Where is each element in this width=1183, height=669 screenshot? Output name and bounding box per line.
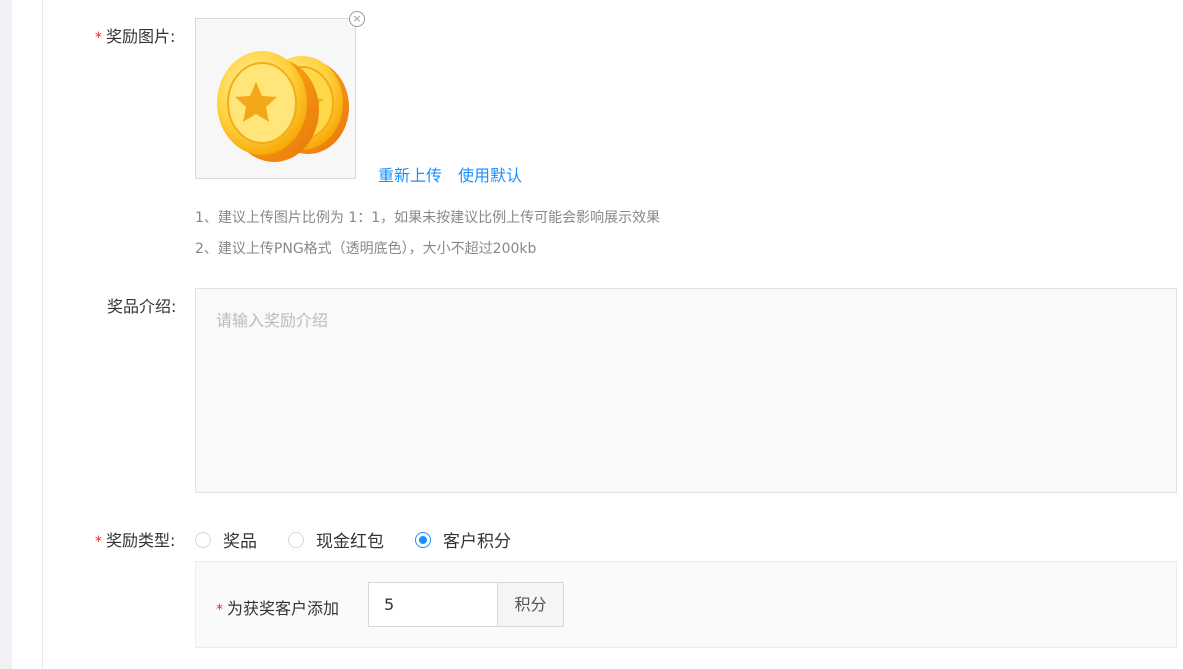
points-settings-panel	[195, 561, 1177, 648]
image-upload-box[interactable]	[195, 18, 356, 179]
radio-circle-checked[interactable]	[415, 531, 431, 548]
divider	[42, 0, 43, 669]
reward-type-label: * 奖励类型:	[95, 531, 176, 550]
use-default-link[interactable]: 使用默认	[458, 162, 522, 186]
points-unit-addon: 积分	[497, 582, 564, 627]
radio-prize[interactable]: 奖品	[195, 527, 257, 552]
remove-image-button[interactable]: ×	[349, 11, 365, 27]
upload-hint-2: 2、建议上传PNG格式（透明底色），大小不超过200kb	[195, 241, 537, 257]
required-mark: *	[95, 534, 102, 550]
left-sidebar-edge	[0, 0, 12, 669]
points-input[interactable]	[368, 582, 498, 627]
points-label: * 为获奖客户添加	[216, 599, 340, 618]
radio-cash-red-packet[interactable]: 现金红包	[288, 527, 384, 552]
radio-label: 奖品	[223, 532, 257, 552]
required-mark: *	[216, 602, 223, 618]
gold-coins-icon	[217, 51, 349, 162]
radio-label: 客户积分	[443, 532, 511, 552]
prize-intro-label: 奖品介绍:	[107, 297, 177, 316]
upload-hint-1: 1、建议上传图片比例为 1：1，如果未按建议比例上传可能会影响展示效果	[195, 210, 661, 226]
reupload-link[interactable]: 重新上传	[378, 162, 442, 186]
radio-label: 现金红包	[316, 532, 384, 552]
required-mark: *	[95, 30, 102, 46]
radio-circle[interactable]	[195, 531, 211, 548]
radio-circle[interactable]	[288, 531, 304, 548]
prize-intro-textarea[interactable]	[195, 288, 1177, 493]
reward-image-label: * 奖励图片:	[95, 27, 176, 46]
radio-customer-points[interactable]: 客户积分	[415, 527, 511, 552]
